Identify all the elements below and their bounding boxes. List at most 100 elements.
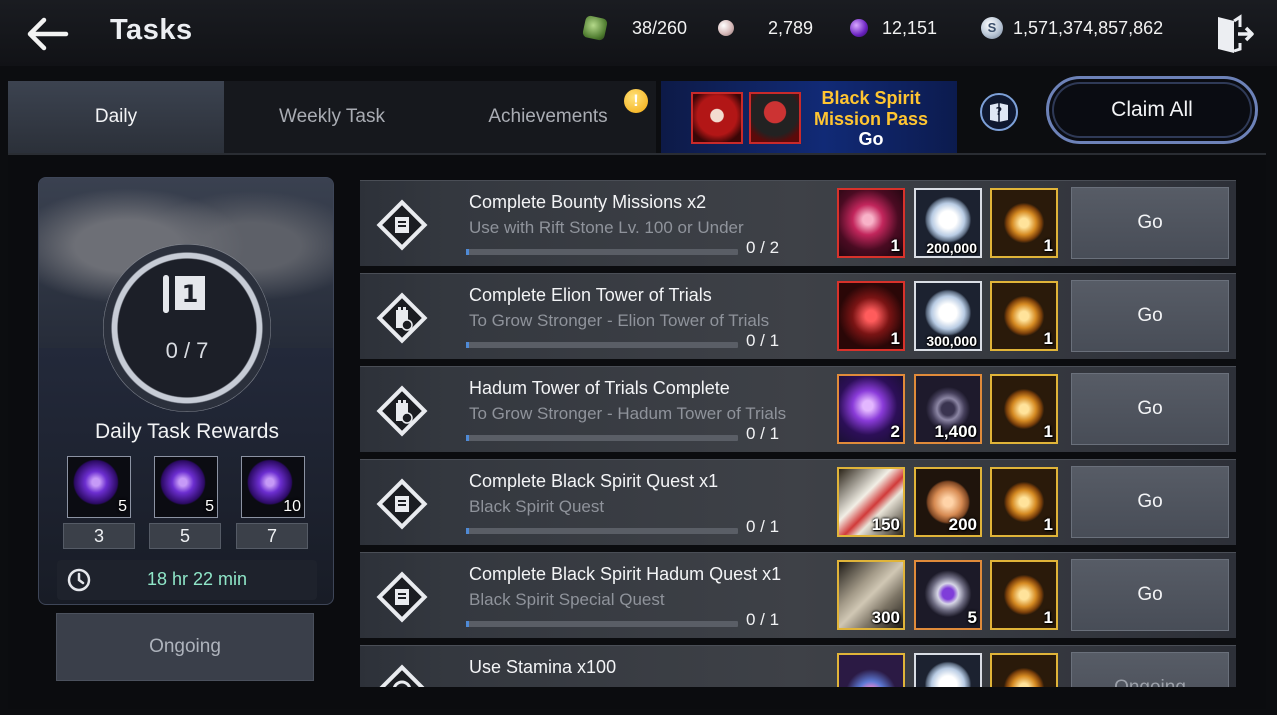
timer-text: 18 hr 22 min: [147, 569, 248, 589]
task-subtitle: Use with Rift Stone Lv. 100 or Under: [469, 218, 744, 237]
task-go-button[interactable]: Go: [1071, 187, 1229, 259]
task-row: Use Stamina x100 Ongoing: [360, 645, 1236, 687]
task-title: Use Stamina x100: [469, 657, 617, 677]
item-quantity: 2: [890, 422, 900, 441]
help-book-icon[interactable]: ?: [980, 93, 1018, 131]
reward-item[interactable]: 2: [837, 374, 905, 444]
reward-item[interactable]: [914, 653, 982, 687]
reward-item[interactable]: 150: [837, 467, 905, 537]
item-quantity: 1,400: [934, 422, 977, 441]
item-quantity: 300: [871, 608, 900, 627]
task-progress-count: 0 / 1: [746, 424, 780, 443]
task-subtitle: To Grow Stronger - Hadum Tower of Trials: [469, 404, 787, 423]
reward-item[interactable]: 1: [990, 188, 1058, 258]
reward-item[interactable]: 1: [990, 374, 1058, 444]
task-row: Complete Bounty Missions x2 Use with Rif…: [360, 180, 1236, 266]
exit-door-icon[interactable]: [1214, 13, 1254, 55]
reward-item[interactable]: 1,400: [914, 374, 982, 444]
item-quantity: 150: [871, 515, 900, 534]
alert-badge-icon: !: [624, 89, 648, 113]
reward-item[interactable]: [837, 653, 905, 687]
item-quantity: 300,000: [926, 333, 977, 349]
item-quantity: 1: [1043, 329, 1053, 348]
task-progress-count: 0 / 1: [746, 331, 780, 350]
task-row: Complete Black Spirit Quest x1 Black Spi…: [360, 459, 1236, 545]
currency-silver[interactable]: S 1,571,374,857,862: [981, 15, 1163, 41]
task-subtitle: To Grow Stronger - Elion Tower of Trials: [469, 311, 770, 330]
daily-reward-status-button[interactable]: Ongoing: [56, 613, 314, 681]
reward-tier-requirement: 5: [149, 523, 221, 549]
reward-tier-item[interactable]: 5: [154, 456, 218, 518]
daily-progress-emblem: 1 0 / 7: [103, 244, 271, 412]
silver-coin-icon: S: [981, 17, 1003, 39]
task-scroll-icon: 1: [163, 275, 205, 313]
item-quantity: 5: [967, 608, 977, 627]
back-arrow-icon[interactable]: [22, 14, 70, 54]
task-progress-bar: [466, 342, 738, 348]
reward-item[interactable]: 1: [990, 560, 1058, 630]
task-row: Complete Black Spirit Hadum Quest x1 Bla…: [360, 552, 1236, 638]
currency-rift-stone[interactable]: 38/260: [581, 14, 688, 42]
mission-pass-banner[interactable]: Black Spirit Mission Pass Go: [661, 81, 957, 153]
purple-orb-icon: [850, 19, 868, 37]
svg-text:1: 1: [182, 280, 199, 308]
reward-item[interactable]: [990, 653, 1058, 687]
task-go-button[interactable]: Go: [1071, 373, 1229, 445]
currency-purple-orb[interactable]: 12,151: [850, 15, 937, 41]
tab-label: Daily: [94, 106, 138, 127]
item-quantity: 1: [1043, 515, 1053, 534]
reward-tier-item[interactable]: 10: [241, 456, 305, 518]
tab-bar: Daily Weekly Task Achievements !: [8, 81, 656, 153]
progress-fill: [466, 342, 469, 348]
reward-item[interactable]: 1: [837, 281, 905, 351]
reward-item[interactable]: 300,000: [914, 281, 982, 351]
task-go-button[interactable]: Go: [1071, 280, 1229, 352]
reward-item[interactable]: 200,000: [914, 188, 982, 258]
stamina-icon: [376, 664, 428, 687]
currency-pearl[interactable]: 2,789: [718, 15, 813, 41]
task-title: Complete Bounty Missions x2: [469, 192, 707, 212]
tab-weekly-task[interactable]: Weekly Task: [224, 81, 440, 153]
progress-fill: [466, 249, 469, 255]
rift-stone-icon: [581, 14, 609, 42]
reward-item[interactable]: 1: [990, 281, 1058, 351]
item-quantity: 1: [1043, 236, 1053, 255]
task-title: Complete Black Spirit Hadum Quest x1: [469, 564, 782, 584]
task-go-button[interactable]: Go: [1071, 466, 1229, 538]
reset-timer: 18 hr 22 min: [57, 560, 317, 600]
tower-icon: [376, 292, 428, 344]
pearl-icon: [718, 20, 734, 36]
tab-label: Achievements: [488, 106, 608, 127]
task-go-button[interactable]: Go: [1071, 559, 1229, 631]
item-quantity: 5: [118, 498, 127, 515]
tab-label: Weekly Task: [279, 106, 385, 127]
task-row: Hadum Tower of Trials Complete To Grow S…: [360, 366, 1236, 452]
currency-value: 2,789: [768, 17, 814, 38]
reward-item[interactable]: 200: [914, 467, 982, 537]
claim-all-button[interactable]: Claim All: [1046, 76, 1258, 144]
task-progress-count: 0 / 2: [746, 238, 780, 257]
tab-daily[interactable]: Daily: [8, 81, 224, 153]
reward-item[interactable]: 5: [914, 560, 982, 630]
scroll-quest-icon: [376, 571, 428, 623]
clock-icon: [67, 568, 91, 592]
task-subtitle: Black Spirit Special Quest: [469, 590, 665, 609]
reward-item[interactable]: 1: [990, 467, 1058, 537]
reward-item[interactable]: 300: [837, 560, 905, 630]
task-row: Complete Elion Tower of Trials To Grow S…: [360, 273, 1236, 359]
tab-achievements[interactable]: Achievements !: [440, 81, 656, 153]
page-title: Tasks: [110, 14, 193, 46]
task-list[interactable]: Complete Bounty Missions x2 Use with Rif…: [360, 177, 1236, 687]
task-progress-count: 0 / 1: [746, 610, 780, 629]
task-status-button[interactable]: Ongoing: [1071, 652, 1229, 687]
top-bar: Tasks 38/260 2,789 12,151 S 1,571,374,85…: [0, 0, 1277, 66]
currency-value: 38/260: [632, 17, 688, 38]
reward-item[interactable]: 1: [837, 188, 905, 258]
item-quantity: 1: [1043, 608, 1053, 627]
task-progress-bar: [466, 249, 738, 255]
task-progress-bar: [466, 621, 738, 627]
mission-pass-art: [749, 92, 801, 144]
reward-tier-item[interactable]: 5: [67, 456, 131, 518]
task-title: Complete Elion Tower of Trials: [469, 285, 712, 305]
item-quantity: 200: [948, 515, 977, 534]
